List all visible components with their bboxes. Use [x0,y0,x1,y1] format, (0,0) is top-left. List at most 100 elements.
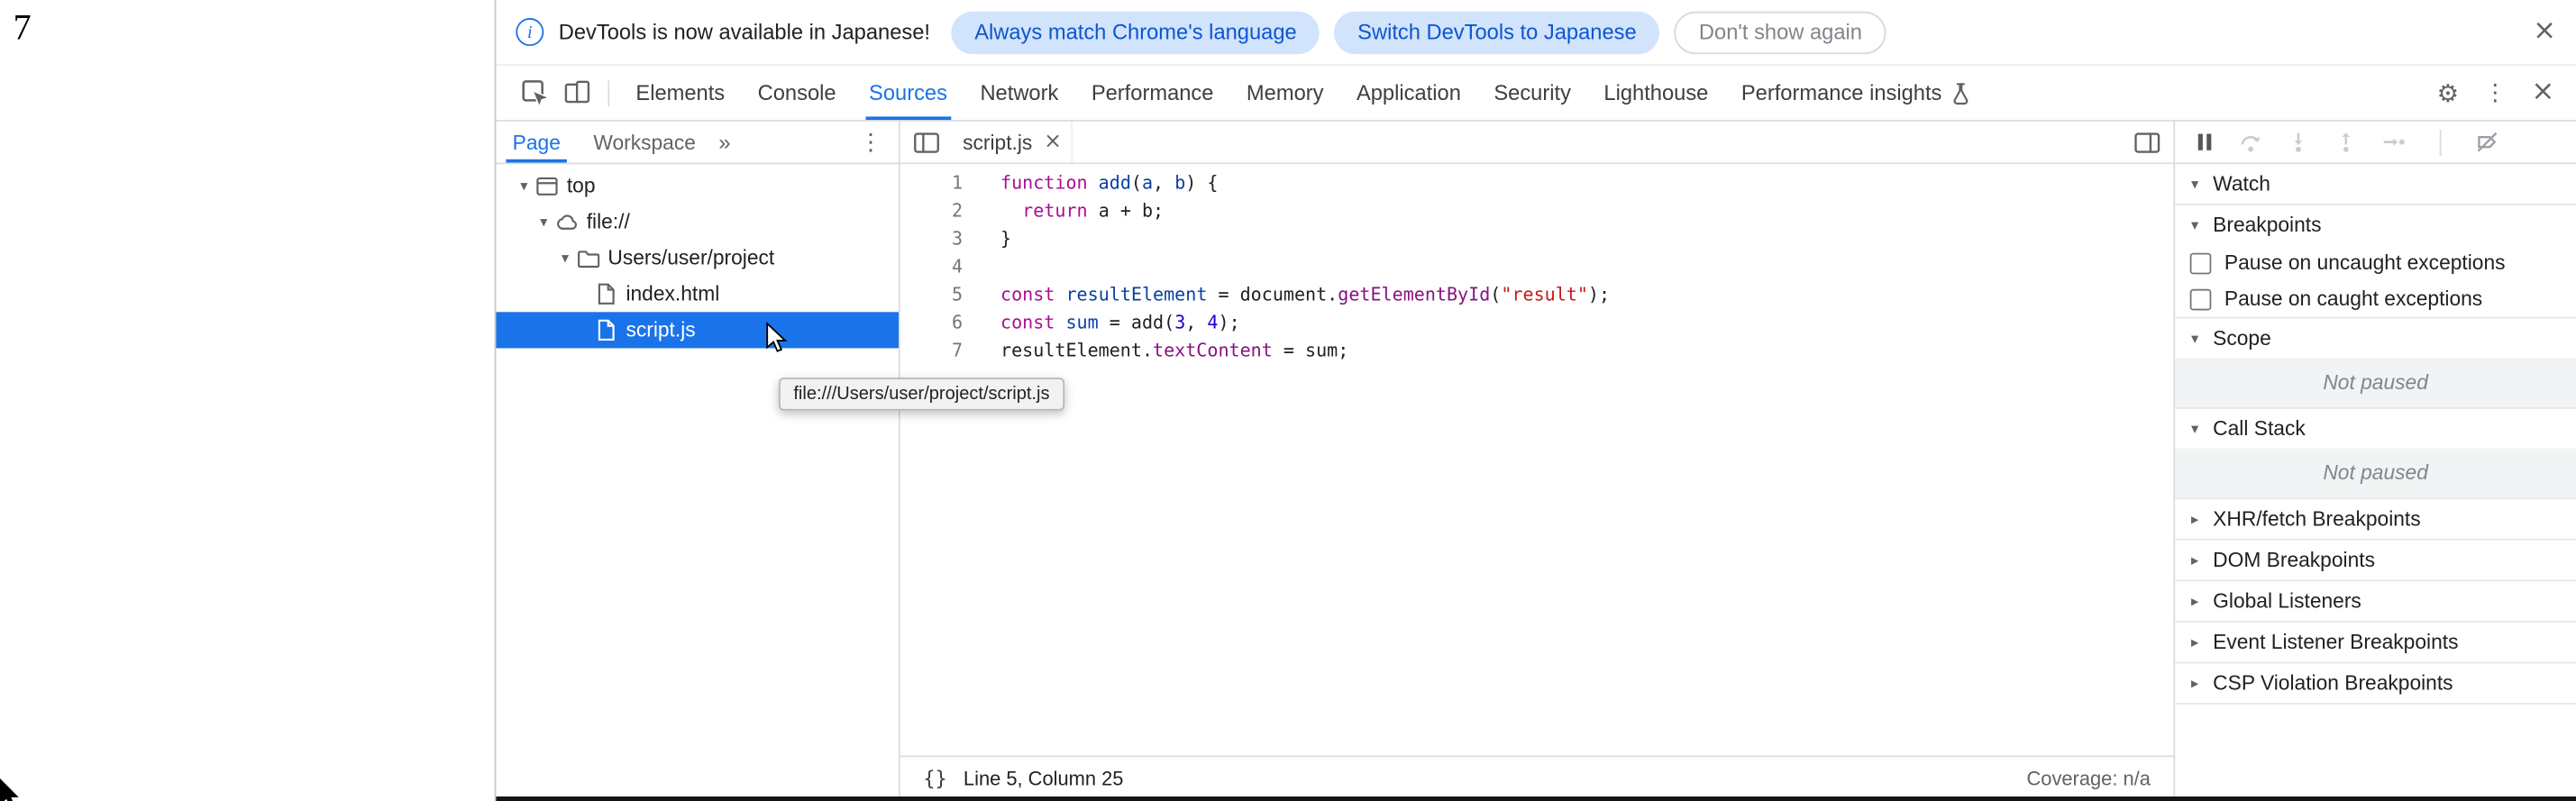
infobar-close-icon[interactable]: × [2533,18,2556,46]
checkbox-unchecked[interactable] [2190,288,2212,310]
code-line-4[interactable] [1000,253,1610,281]
code-token: textContent [1153,340,1273,361]
tree-item-label: file:// [587,210,630,233]
step-icon[interactable] [2382,132,2406,153]
tab-page[interactable]: Page [496,122,577,163]
code-token: a + b; [1088,200,1164,222]
tab-elements[interactable]: Elements [619,66,741,120]
checkbox-row-pause-on-caught-exceptions[interactable]: Pause on caught exceptions [2175,281,2576,317]
code-token: const [1000,284,1055,305]
tree-item-label: Users/user/project [607,246,774,269]
tree-item-top[interactable]: ▾ top [496,168,899,204]
editor-tab-script-js[interactable]: script.js × [953,122,1073,163]
section-header-scope[interactable]: ▾Scope [2175,319,2576,359]
line-number[interactable]: 2 [900,197,963,225]
section-label: Breakpoints [2213,214,2321,237]
tree-item-file-origin[interactable]: ▾ file:// [496,204,899,240]
tree-item-script-js[interactable]: script.js [496,312,899,348]
code-token: ); [1219,312,1240,333]
pretty-print-icon[interactable]: {} [923,768,946,791]
tab-security[interactable]: Security [1477,66,1587,120]
code-line-7[interactable]: resultElement.textContent = sum; [1000,337,1610,365]
code-line-1[interactable]: function add(a, b) { [1000,169,1610,197]
step-over-icon[interactable] [2239,132,2262,153]
line-number[interactable]: 4 [900,253,963,281]
tab-workspace[interactable]: Workspace [577,122,712,163]
frame-icon [535,175,559,196]
line-number[interactable]: 3 [900,225,963,253]
code-token: } [1000,228,1011,250]
section-label: Scope [2213,327,2271,350]
toggle-debugger-panel-icon[interactable] [2134,131,2160,154]
tab-close-icon[interactable]: × [1044,130,1062,154]
tab-memory[interactable]: Memory [1230,66,1340,120]
code-token: const [1000,312,1055,333]
code-token: "result" [1501,284,1588,305]
checkbox-unchecked[interactable] [2190,252,2212,274]
step-into-icon[interactable] [2287,132,2310,153]
settings-gear-icon[interactable]: ⚙ [2437,78,2460,108]
code-line-3[interactable]: } [1000,225,1610,253]
tab-application[interactable]: Application [1340,66,1477,120]
infobar-message: DevTools is now available in Japanese! [559,20,930,44]
code-token: sum [1065,312,1098,333]
section-label: Call Stack [2213,417,2306,441]
switch-to-japanese-button[interactable]: Switch DevTools to Japanese [1335,11,1660,53]
navigator-overflow-icon[interactable]: ⋮ [859,129,899,155]
section-header-breakpoints[interactable]: ▾Breakpoints [2175,205,2576,245]
code-line-5[interactable]: const resultElement = document.getElemen… [1000,281,1610,309]
navigator-header: Page Workspace » ⋮ [496,122,899,164]
debugger-sidebar: ▾Watch▾BreakpointsPause on uncaught exce… [2173,122,2576,801]
section-header-xhr-fetch-breakpoints[interactable]: ▸XHR/fetch Breakpoints [2175,499,2576,539]
tab-sources[interactable]: Sources [853,66,964,120]
tab-console[interactable]: Console [741,66,852,120]
pause-script-icon[interactable] [2195,132,2215,153]
chevron-right-icon: ▸ [2185,674,2205,692]
more-options-icon[interactable]: ⋮ [2483,79,2507,105]
section-header-watch[interactable]: ▾Watch [2175,164,2576,204]
tab-label: Console [758,80,836,105]
toggle-navigator-panel-icon[interactable] [913,131,939,154]
line-number[interactable]: 6 [900,309,963,337]
tab-lighthouse[interactable]: Lighthouse [1587,66,1724,120]
always-match-language-button[interactable]: Always match Chrome's language [952,11,1320,53]
chevron-down-icon: ▾ [2185,420,2205,438]
tab-network[interactable]: Network [964,66,1074,120]
code-line-2[interactable]: return a + b; [1000,197,1610,225]
tab-performance-insights[interactable]: Performance insights [1725,66,1988,120]
device-toolbar-icon[interactable] [555,66,598,120]
checkbox-label: Pause on uncaught exceptions [2224,251,2506,275]
code-line-6[interactable]: const sum = add(3, 4); [1000,309,1610,337]
section-header-event-listener-breakpoints[interactable]: ▸Event Listener Breakpoints [2175,623,2576,662]
tree-item-index-html[interactable]: index.html [496,276,899,312]
line-number[interactable]: 7 [900,337,963,365]
checkbox-row-pause-on-uncaught-exceptions[interactable]: Pause on uncaught exceptions [2175,245,2576,281]
chevron-down-icon[interactable]: ▾ [533,213,556,231]
section-header-global-listeners[interactable]: ▸Global Listeners [2175,581,2576,621]
code-token: , [1185,312,1207,333]
step-out-icon[interactable] [2334,132,2358,153]
code-token: = document. [1207,284,1338,305]
chevron-right-icon: ▸ [2185,592,2205,610]
section-header-call-stack[interactable]: ▾ Call Stack [2175,409,2576,449]
paused-status-message: Not paused [2175,449,2576,498]
inspect-element-icon[interactable] [513,66,555,120]
more-tabs-icon[interactable]: » [712,130,737,154]
code-token [1055,312,1065,333]
chevron-down-icon[interactable]: ▾ [553,249,577,267]
line-number[interactable]: 1 [900,169,963,197]
section-scope: ▾ScopeNot paused [2175,319,2576,409]
deactivate-breakpoints-icon[interactable] [2476,132,2499,153]
dont-show-again-button[interactable]: Don't show again [1675,11,1887,53]
line-number[interactable]: 5 [900,281,963,309]
section-header-dom-breakpoints[interactable]: ▸DOM Breakpoints [2175,541,2576,580]
window-bottom-edge [496,796,2576,801]
tree-item-project-folder[interactable]: ▾ Users/user/project [496,240,899,276]
tab-performance[interactable]: Performance [1075,66,1230,120]
section-header-csp-violation-breakpoints[interactable]: ▸CSP Violation Breakpoints [2175,663,2576,703]
chevron-down-icon[interactable]: ▾ [513,177,536,195]
code-editor: 1234567 function add(a, b) { return a + … [900,164,2174,755]
code-token: add [1099,172,1131,194]
file-icon [595,283,618,306]
devtools-close-icon[interactable]: × [2531,78,2554,106]
